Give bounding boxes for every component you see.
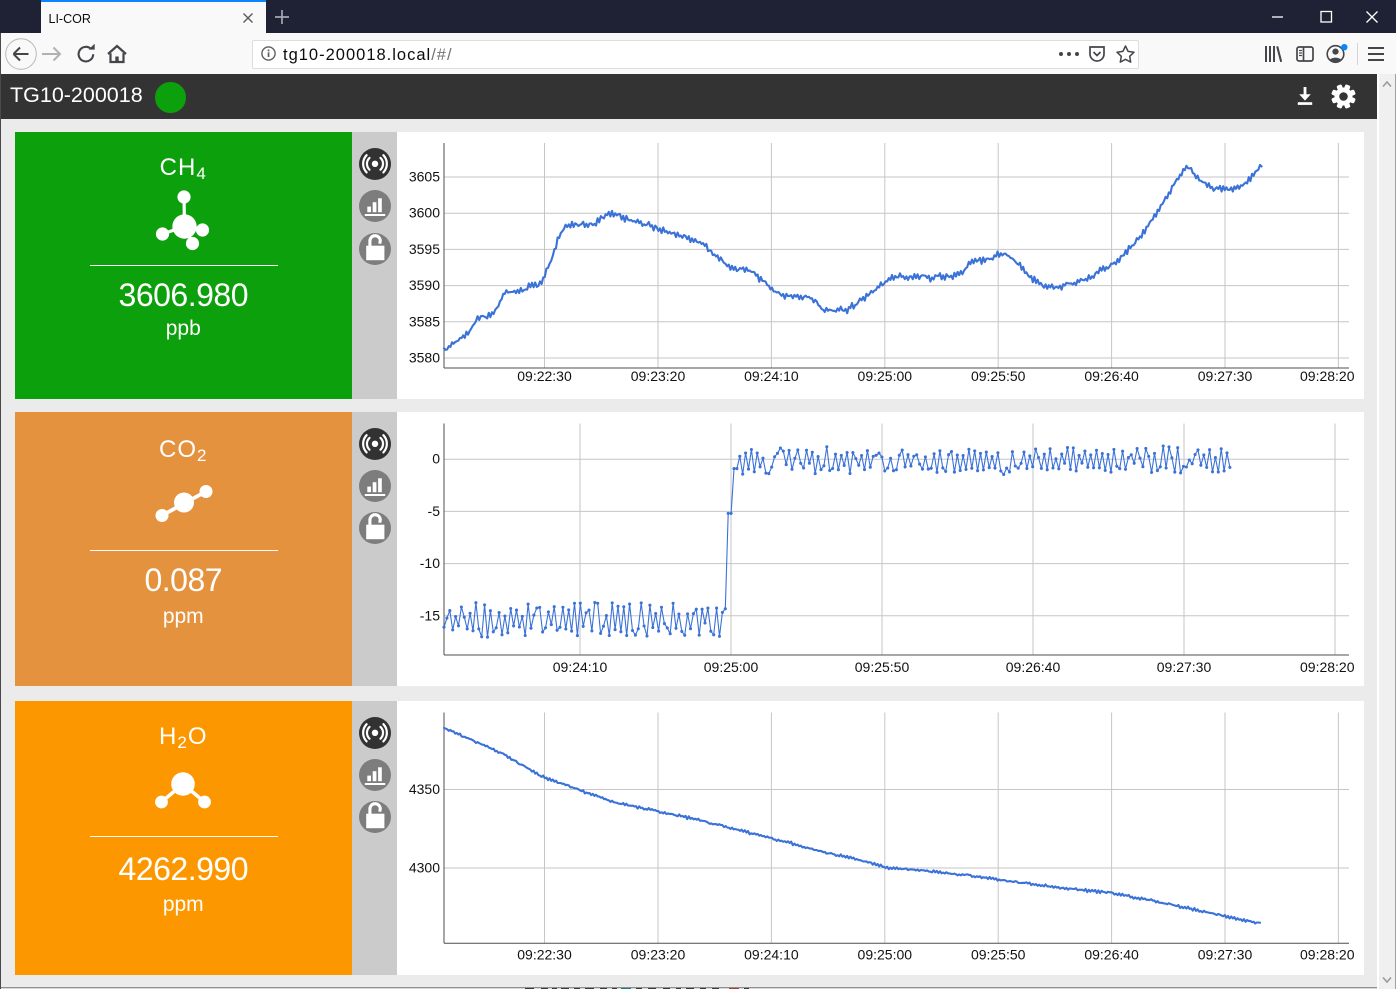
svg-text:-10: -10 — [420, 555, 440, 571]
svg-text:09:25:50: 09:25:50 — [971, 946, 1026, 962]
svg-text:09:27:30: 09:27:30 — [1157, 659, 1212, 675]
svg-text:-15: -15 — [420, 607, 440, 623]
svg-text:09:28:20: 09:28:20 — [1300, 368, 1355, 384]
svg-text:3600: 3600 — [409, 205, 440, 221]
svg-text:09:27:30: 09:27:30 — [1198, 368, 1253, 384]
svg-text:3590: 3590 — [409, 277, 440, 293]
svg-text:09:23:20: 09:23:20 — [631, 946, 686, 962]
svg-text:09:23:20: 09:23:20 — [631, 368, 686, 384]
svg-text:09:26:40: 09:26:40 — [1006, 659, 1061, 675]
svg-text:09:24:10: 09:24:10 — [553, 659, 608, 675]
svg-text:3585: 3585 — [409, 313, 440, 329]
svg-text:09:25:00: 09:25:00 — [704, 659, 759, 675]
svg-text:3580: 3580 — [409, 350, 440, 366]
svg-text:09:27:30: 09:27:30 — [1198, 946, 1253, 962]
svg-text:09:25:00: 09:25:00 — [858, 946, 913, 962]
svg-text:09:25:50: 09:25:50 — [971, 368, 1026, 384]
svg-text:09:25:00: 09:25:00 — [858, 368, 913, 384]
svg-text:09:28:20: 09:28:20 — [1300, 946, 1355, 962]
svg-text:3605: 3605 — [409, 169, 440, 185]
svg-text:4350: 4350 — [409, 781, 440, 797]
svg-text:09:22:30: 09:22:30 — [517, 368, 572, 384]
svg-text:-5: -5 — [428, 502, 441, 518]
svg-text:09:26:40: 09:26:40 — [1084, 946, 1139, 962]
svg-text:3595: 3595 — [409, 241, 440, 257]
svg-text:09:26:40: 09:26:40 — [1084, 368, 1139, 384]
svg-text:0: 0 — [432, 450, 440, 466]
svg-text:09:25:50: 09:25:50 — [855, 659, 910, 675]
svg-text:09:22:30: 09:22:30 — [517, 946, 572, 962]
svg-text:09:24:10: 09:24:10 — [744, 946, 799, 962]
svg-text:09:28:20: 09:28:20 — [1300, 659, 1355, 675]
svg-text:09:24:10: 09:24:10 — [744, 368, 799, 384]
svg-text:4300: 4300 — [409, 859, 440, 875]
